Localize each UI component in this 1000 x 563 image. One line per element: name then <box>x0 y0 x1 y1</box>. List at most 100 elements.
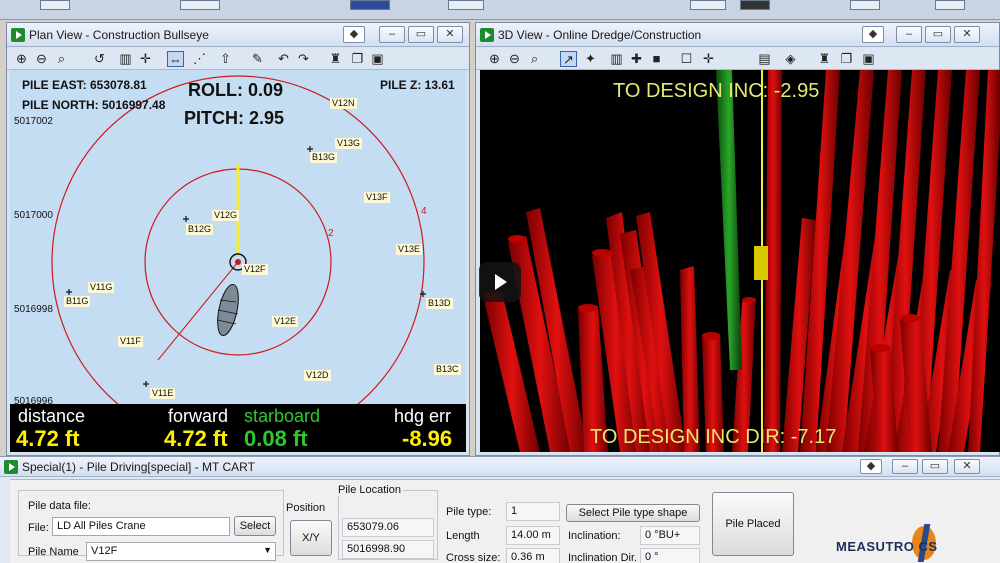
add-icon[interactable]: ✚ <box>628 51 645 67</box>
minimize-button[interactable]: – <box>896 26 922 43</box>
close-button[interactable]: ✕ <box>954 26 980 43</box>
app-window-icon <box>480 28 494 42</box>
close-button[interactable]: ✕ <box>437 26 463 43</box>
north-up-icon[interactable]: ⇧ <box>217 51 234 67</box>
zoom-in-icon[interactable]: ⊕ <box>13 51 30 67</box>
paint-icon[interactable]: ◈ <box>782 51 799 67</box>
select-pile-type-button[interactable]: Select Pile type shape <box>566 504 700 522</box>
zoom-fit-icon[interactable]: ⌕ <box>53 51 70 67</box>
design-piles <box>484 70 1000 452</box>
minimize-button[interactable]: – <box>379 26 405 43</box>
zoom-out-icon[interactable]: ⊖ <box>33 51 50 67</box>
inclination-field[interactable]: 0 °BU+ <box>640 526 700 545</box>
pile-label[interactable]: V13F <box>364 192 390 203</box>
xy-position-button[interactable]: X/Y <box>290 520 332 556</box>
play-video-button[interactable] <box>479 262 521 302</box>
pile-label[interactable]: B13D <box>426 298 453 309</box>
vessel-icon[interactable]: ♜ <box>327 51 344 67</box>
y-tick-label: 5016998 <box>14 304 53 315</box>
zoom-in-icon[interactable]: ⊕ <box>486 51 503 67</box>
pile-label[interactable]: B11G <box>64 296 91 307</box>
toolbar-icon[interactable] <box>40 0 70 10</box>
undo-icon[interactable]: ↶ <box>275 51 292 67</box>
zoom-fit-icon[interactable]: ⌕ <box>526 51 543 67</box>
toolbar-icon[interactable] <box>448 0 484 10</box>
pin-icon[interactable]: ◆ <box>862 26 884 43</box>
target-center <box>235 259 241 265</box>
orbit-icon[interactable]: ↗ <box>560 51 577 67</box>
plan-view-canvas[interactable]: PILE EAST: 653078.81 PILE NORTH: 5016997… <box>10 70 466 404</box>
rotate-icon[interactable]: ↺ <box>91 51 108 67</box>
view3d-toolbar: ⊕ ⊖ ⌕ ↗ ✦ ▥ ✚ ■ ☐ ✛ ▤ ◈ ♜ ❐ ▣ <box>476 48 999 70</box>
pile-name-select[interactable]: V12F ▼ <box>86 542 276 561</box>
length-field[interactable]: 14.00 m <box>506 526 560 545</box>
pile-field-3d <box>484 70 1000 452</box>
close-button[interactable]: ✕ <box>954 459 980 474</box>
toolbar-icon[interactable] <box>350 0 390 10</box>
pile-label[interactable]: V13G <box>335 138 363 149</box>
camera-icon[interactable]: ■ <box>648 51 665 67</box>
settings-icon[interactable]: ▣ <box>860 51 877 67</box>
pile-name-value: V12F <box>91 545 118 557</box>
vessel-icon[interactable]: ♜ <box>816 51 833 67</box>
pile-label[interactable]: V11F <box>118 336 143 347</box>
position-label: Position <box>286 502 326 514</box>
toolbar-icon[interactable] <box>850 0 880 10</box>
y-tick-label: 5017000 <box>14 210 53 221</box>
pile-z-readout: PILE Z: 13.61 <box>380 78 455 92</box>
maximize-button[interactable]: ▭ <box>408 26 434 43</box>
location-y-field[interactable]: 5016998.90 <box>342 540 434 559</box>
view3d-canvas[interactable]: TO DESIGN INC: -2.95 TO DESIGN INC DIR: … <box>480 70 1000 452</box>
zoom-out-icon[interactable]: ⊖ <box>506 51 523 67</box>
inclination-dir-field[interactable]: 0 ° <box>640 548 700 563</box>
to-design-inc-readout: TO DESIGN INC: -2.95 <box>613 80 820 102</box>
pile-label[interactable]: V12G <box>212 210 240 221</box>
select-file-button[interactable]: Select <box>234 516 276 536</box>
toolbar-icon[interactable] <box>740 0 770 10</box>
pile-type-field[interactable]: 1 <box>506 502 560 521</box>
app-window-icon <box>11 28 25 42</box>
auto-track-icon[interactable]: ⇔ <box>167 51 184 67</box>
pile-label[interactable]: V12N <box>330 98 357 109</box>
pile-label[interactable]: V12E <box>272 316 299 327</box>
maximize-button[interactable]: ▭ <box>922 459 948 474</box>
plan-view-toolbar: ⊕ ⊖ ⌕ ↺ ▥ ✛ ⇔ ⋰ ⇧ ✎ ↶ ↷ ♜ ❐ ▣ <box>7 48 469 70</box>
ruler-icon[interactable]: ▥ <box>608 51 625 67</box>
layers-icon[interactable]: ⋰ <box>191 51 208 67</box>
ruler-icon[interactable]: ▥ <box>117 51 134 67</box>
to-design-inc-dir-readout: TO DESIGN INC DIR: -7.17 <box>590 426 837 448</box>
toolbar-icon[interactable] <box>180 0 220 10</box>
redo-icon[interactable]: ↷ <box>295 51 312 67</box>
pile-hammer-graphic <box>216 283 239 337</box>
windows-icon[interactable]: ❐ <box>838 51 855 67</box>
pile-label[interactable]: V12D <box>304 370 331 381</box>
pile-label[interactable]: V11G <box>88 282 115 293</box>
pan-icon[interactable]: ✛ <box>137 51 154 67</box>
pile-label[interactable]: V12F <box>242 264 268 275</box>
pile-label[interactable]: B13C <box>434 364 461 375</box>
pile-label[interactable]: B12G <box>186 224 214 235</box>
settings-icon[interactable]: ▣ <box>369 51 386 67</box>
windows-icon[interactable]: ❐ <box>349 51 366 67</box>
length-label: Length <box>446 530 480 542</box>
distance-value: 4.72 ft <box>16 426 80 451</box>
toolbar-icon[interactable] <box>690 0 726 10</box>
box-icon[interactable]: ☐ <box>678 51 695 67</box>
pin-icon[interactable]: ◆ <box>860 459 882 474</box>
crosshair-icon[interactable]: ✛ <box>700 51 717 67</box>
light-icon[interactable]: ✦ <box>582 51 599 67</box>
minimize-button[interactable]: – <box>892 459 918 474</box>
toolbar-icon[interactable] <box>935 0 965 10</box>
pin-icon[interactable]: ◆ <box>343 26 365 43</box>
file-field[interactable]: LD All Piles Crane <box>52 517 230 536</box>
pile-label[interactable]: B13G <box>310 152 338 163</box>
maximize-button[interactable]: ▭ <box>925 26 951 43</box>
edit-icon[interactable]: ✎ <box>249 51 266 67</box>
cross-size-field[interactable]: 0.36 m <box>506 548 560 563</box>
pile-label[interactable]: V11E <box>150 388 176 399</box>
color-map-icon[interactable]: ▤ <box>756 51 773 67</box>
location-x-field[interactable]: 653079.06 <box>342 518 434 537</box>
pile-label[interactable]: V13E <box>396 244 423 255</box>
pile-placed-button[interactable]: Pile Placed <box>712 492 794 556</box>
app-window-icon <box>4 460 18 474</box>
